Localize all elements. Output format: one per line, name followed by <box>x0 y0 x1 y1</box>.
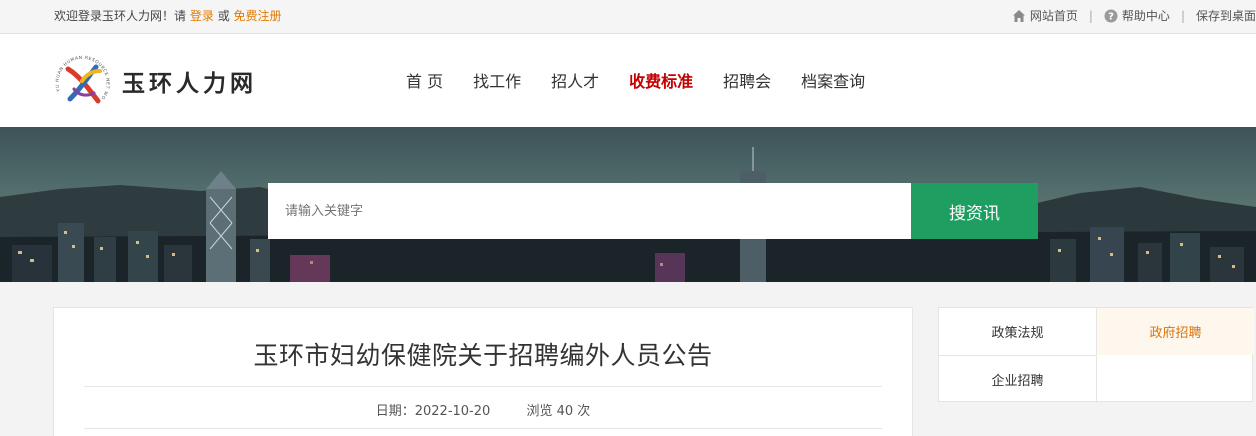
welcome-prefix: 欢迎登录玉环人力网！请 <box>54 9 187 23</box>
home-link-label: 网站首页 <box>1029 9 1078 23</box>
article-views: 浏览 40 次 <box>526 404 591 419</box>
tab-policy-regulations[interactable]: 政策法规 <box>939 308 1096 355</box>
content-area: 玉环市妇幼保健院关于招聘编外人员公告 日期：2022-10-20 浏览 40 次… <box>0 282 1256 436</box>
search-input[interactable] <box>268 183 911 239</box>
home-icon <box>1012 9 1025 22</box>
nav-recruit-talent[interactable]: 招人才 <box>536 68 614 92</box>
search-button[interactable]: 搜资讯 <box>911 183 1038 239</box>
help-link-label: 帮助中心 <box>1121 9 1170 23</box>
separator: | <box>1180 8 1185 23</box>
article-date: 日期：2022-10-20 <box>375 404 491 419</box>
logo-mark-icon: YU HUAN HUMAN RESOURCE NET WORK <box>52 51 110 104</box>
article-title: 玉环市妇幼保健院关于招聘编外人员公告 <box>253 341 713 370</box>
register-link[interactable]: 免费注册 <box>234 9 282 23</box>
tab-enterprise-recruitment[interactable]: 企业招聘 <box>939 356 1096 403</box>
svg-text:?: ? <box>1108 11 1114 22</box>
home-link[interactable]: 网站首页 <box>1012 7 1078 24</box>
save-desktop-label: 保存到桌面 <box>1195 9 1256 23</box>
nav-archive-query[interactable]: 档案查询 <box>786 68 880 92</box>
tab-government-recruitment[interactable]: 政府招聘 <box>1097 308 1254 355</box>
separator: | <box>1088 8 1093 23</box>
meta-divider <box>84 428 882 429</box>
logo-title: 玉环人力网 <box>122 71 257 97</box>
nav-fee-standard[interactable]: 收费标准 <box>614 68 708 92</box>
help-link[interactable]: ? 帮助中心 <box>1104 7 1170 24</box>
login-link[interactable]: 登录 <box>190 9 214 23</box>
article-meta: 日期：2022-10-20 浏览 40 次 <box>54 400 912 419</box>
title-divider <box>84 386 882 387</box>
sidebar-divider <box>1096 308 1097 403</box>
nav-find-job[interactable]: 找工作 <box>458 68 536 92</box>
top-bar: 欢迎登录玉环人力网！请 登录 或 免费注册 网站首页 | ? 帮助中心 | 保存… <box>0 0 1256 34</box>
search-bar: 搜资讯 <box>268 183 1038 239</box>
article-panel: 玉环市妇幼保健院关于招聘编外人员公告 日期：2022-10-20 浏览 40 次 <box>53 307 913 436</box>
welcome-text: 欢迎登录玉环人力网！请 登录 或 免费注册 <box>54 7 282 24</box>
or-text: 或 <box>217 9 230 23</box>
sidebar-divider <box>939 355 1096 356</box>
nav-job-fair[interactable]: 招聘会 <box>708 68 786 92</box>
site-header: YU HUAN HUMAN RESOURCE NET WORK 玉环人力网 首 … <box>0 34 1256 127</box>
help-icon: ? <box>1104 9 1118 22</box>
site-logo[interactable]: YU HUAN HUMAN RESOURCE NET WORK 玉环人力网 <box>52 51 257 111</box>
search-banner: 搜资讯 <box>0 127 1256 282</box>
top-links: 网站首页 | ? 帮助中心 | 保存到桌面 <box>1012 7 1256 24</box>
main-nav: 首 页 找工作 招人才 收费标准 招聘会 档案查询 <box>391 68 880 92</box>
save-desktop-link[interactable]: 保存到桌面 <box>1196 7 1256 24</box>
nav-home[interactable]: 首 页 <box>391 68 458 92</box>
category-sidebar: 政策法规 政府招聘 企业招聘 <box>938 307 1254 403</box>
